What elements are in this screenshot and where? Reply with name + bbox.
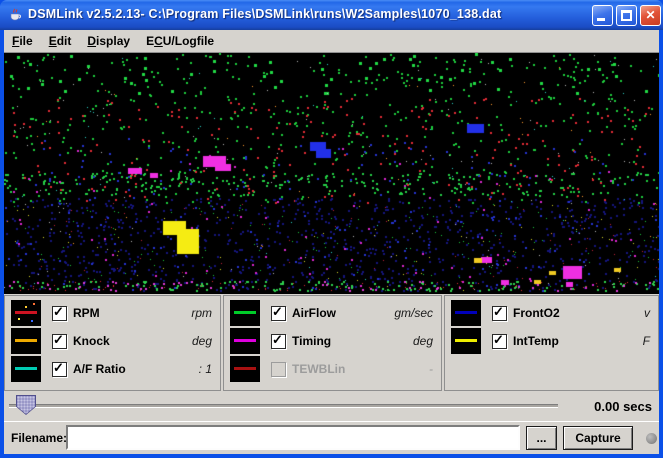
legend-panel-2: ✓ AirFlow gm/sec ✓ Timing deg ✓ TEWBLin … [223, 295, 442, 391]
legend-panel-1: ✓ RPM rpm ✓ Knock deg ✓ A/F Ratio : 1 [4, 295, 221, 391]
capture-status-led [646, 433, 657, 444]
menu-display[interactable]: Display [79, 32, 138, 50]
inttemp-color-swatch [451, 328, 481, 354]
airflow-label: AirFlow [292, 306, 336, 320]
timing-label: Timing [292, 334, 331, 348]
time-slider-thumb-face [17, 396, 35, 414]
legend-row-inttemp: ✓ IntTemp F [451, 327, 650, 355]
timing-checkbox[interactable]: ✓ [271, 334, 286, 349]
legend-row-tewblin: ✓ TEWBLin - [230, 355, 433, 383]
inttemp-label: IntTemp [513, 334, 559, 348]
fronto2-color-swatch [451, 300, 481, 326]
time-value: 0.00 secs [594, 399, 652, 414]
menu-edit[interactable]: Edit [41, 32, 80, 50]
maximize-icon [621, 10, 632, 21]
tewblin-color-swatch [230, 356, 260, 382]
rpm-unit: rpm [191, 306, 212, 320]
timing-color-swatch [230, 328, 260, 354]
legend-row-airflow: ✓ AirFlow gm/sec [230, 299, 433, 327]
legend-row-timing: ✓ Timing deg [230, 327, 433, 355]
legend-row-rpm: ✓ RPM rpm [11, 299, 212, 327]
knock-checkbox[interactable]: ✓ [52, 334, 67, 349]
menu-bar: File Edit Display ECU/Logfile [4, 30, 659, 53]
rpm-label: RPM [73, 306, 100, 320]
close-icon: ✕ [641, 8, 660, 23]
rpm-color-swatch [11, 300, 41, 326]
legend-row-af-ratio: ✓ A/F Ratio : 1 [11, 355, 212, 383]
legend-bar: ✓ RPM rpm ✓ Knock deg ✓ A/F Ratio : 1 ✓ … [4, 294, 659, 393]
af-ratio-unit: : 1 [199, 362, 212, 376]
filename-label: Filename: [11, 431, 67, 445]
inttemp-checkbox[interactable]: ✓ [492, 334, 507, 349]
airflow-unit: gm/sec [394, 306, 433, 320]
filename-input[interactable] [66, 425, 520, 450]
fronto2-checkbox[interactable]: ✓ [492, 306, 507, 321]
dsmlink-window: { "window": { "title": "DSMLink v2.5.2.1… [0, 0, 663, 458]
legend-row-fronto2: ✓ FrontO2 v [451, 299, 650, 327]
af-ratio-color-swatch [11, 356, 41, 382]
knock-label: Knock [73, 334, 110, 348]
minimize-icon [597, 18, 605, 21]
rpm-checkbox[interactable]: ✓ [52, 306, 67, 321]
datalog-plot-canvas[interactable] [4, 53, 659, 294]
close-button[interactable]: ✕ [640, 5, 661, 26]
tewblin-unit: - [429, 362, 433, 376]
maximize-button[interactable] [616, 5, 637, 26]
tewblin-checkbox[interactable]: ✓ [271, 362, 286, 377]
legend-row-knock: ✓ Knock deg [11, 327, 212, 355]
airflow-color-swatch [230, 300, 260, 326]
time-slider-row: 0.00 secs [4, 393, 659, 421]
capture-button[interactable]: Capture [563, 426, 633, 450]
minimize-button[interactable] [592, 5, 613, 26]
window-title: DSMLink v2.5.2.13- C:\Program Files\DSML… [28, 7, 501, 21]
java-coffee-cup-icon [7, 7, 23, 23]
af-ratio-checkbox[interactable]: ✓ [52, 362, 67, 377]
time-slider-track[interactable] [9, 404, 558, 408]
timing-unit: deg [413, 334, 433, 348]
time-slider-thumb[interactable] [16, 395, 36, 415]
menu-ecu-logfile[interactable]: ECU/Logfile [138, 32, 222, 50]
browse-button[interactable]: ... [526, 426, 557, 450]
title-bar[interactable]: DSMLink v2.5.2.13- C:\Program Files\DSML… [0, 0, 663, 30]
swatch-noise [25, 306, 27, 308]
airflow-checkbox[interactable]: ✓ [271, 306, 286, 321]
menu-file[interactable]: File [4, 32, 41, 50]
inttemp-unit: F [643, 334, 650, 348]
fronto2-unit: v [644, 306, 650, 320]
footer-bar: Filename: ... Capture [4, 421, 659, 454]
tewblin-label: TEWBLin [292, 362, 345, 376]
fronto2-label: FrontO2 [513, 306, 560, 320]
datalog-plot-area[interactable] [4, 53, 659, 294]
af-ratio-label: A/F Ratio [73, 362, 126, 376]
knock-color-swatch [11, 328, 41, 354]
legend-panel-3: ✓ FrontO2 v ✓ IntTemp F [444, 295, 659, 391]
knock-unit: deg [192, 334, 212, 348]
